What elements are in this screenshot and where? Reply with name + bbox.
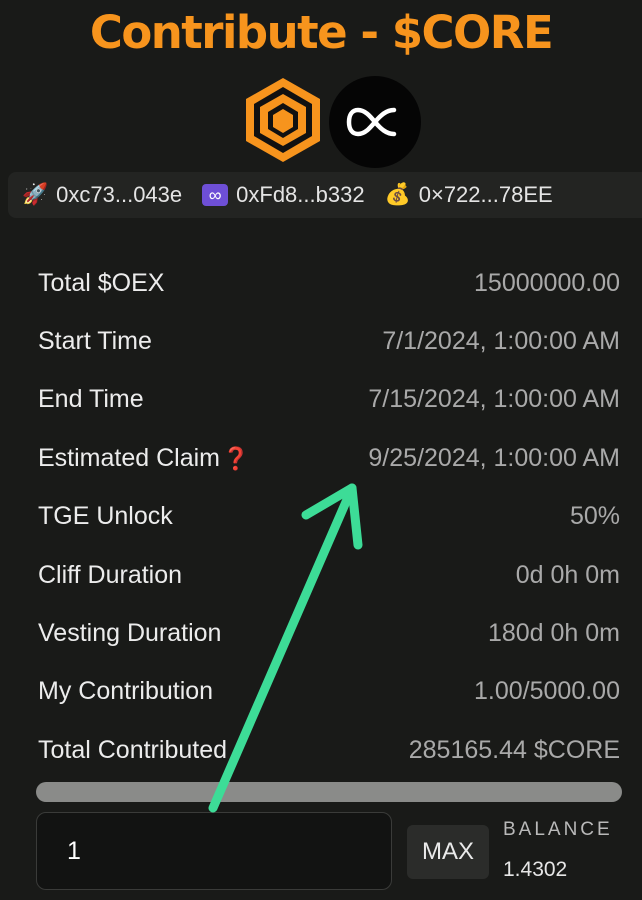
- address-bar: 🚀 0xc73...043e ∞ 0xFd8...b332 💰 0×722...…: [8, 172, 642, 218]
- balance-value: 1.4302: [503, 858, 568, 881]
- detail-row-total-oex: Total $OEX 15000000.00: [38, 268, 620, 297]
- funds-address-item[interactable]: 💰 0×722...78EE: [385, 182, 553, 208]
- oex-logo-icon: [329, 76, 421, 168]
- detail-row-vesting-duration: Vesting Duration 180d 0h 0m: [38, 619, 620, 648]
- detail-row-cliff-duration: Cliff Duration 0d 0h 0m: [38, 560, 620, 589]
- page-title: Contribute - $CORE: [89, 6, 554, 59]
- detail-row-estimated-claim: Estimated Claim❓ 9/25/2024, 1:00:00 AM: [38, 443, 620, 472]
- money-bag-icon: 💰: [384, 183, 411, 206]
- contract-address-text: 0xc73...043e: [56, 182, 183, 207]
- core-logo-icon: [243, 76, 323, 164]
- detail-row-total-contributed: Total Contributed 285165.44 $CORE: [38, 735, 620, 764]
- sale-details: Total $OEX 15000000.00 Start Time 7/1/20…: [38, 254, 620, 780]
- contract-address-item[interactable]: 🚀 0xc73...043e: [22, 182, 182, 208]
- owner-address-item[interactable]: ∞ 0xFd8...b332: [202, 182, 365, 208]
- detail-row-start-time: Start Time 7/1/2024, 1:00:00 AM: [38, 327, 620, 356]
- max-button[interactable]: MAX: [407, 825, 489, 879]
- detail-row-end-time: End Time 7/15/2024, 1:00:00 AM: [38, 385, 620, 414]
- owner-address-text: 0xFd8...b332: [236, 182, 365, 207]
- contribution-progress-bar: [36, 782, 622, 802]
- infinity-icon: ∞: [202, 184, 229, 206]
- amount-input[interactable]: [36, 812, 392, 890]
- token-logos: [0, 76, 642, 168]
- detail-row-my-contribution: My Contribution 1.00/5000.00: [38, 677, 620, 706]
- detail-row-tge-unlock: TGE Unlock 50%: [38, 502, 620, 531]
- funds-address-text: 0×722...78EE: [418, 182, 553, 207]
- question-mark-icon[interactable]: ❓: [222, 446, 249, 471]
- rocket-icon: 🚀: [22, 183, 49, 206]
- balance-label: BALANCE: [503, 819, 613, 840]
